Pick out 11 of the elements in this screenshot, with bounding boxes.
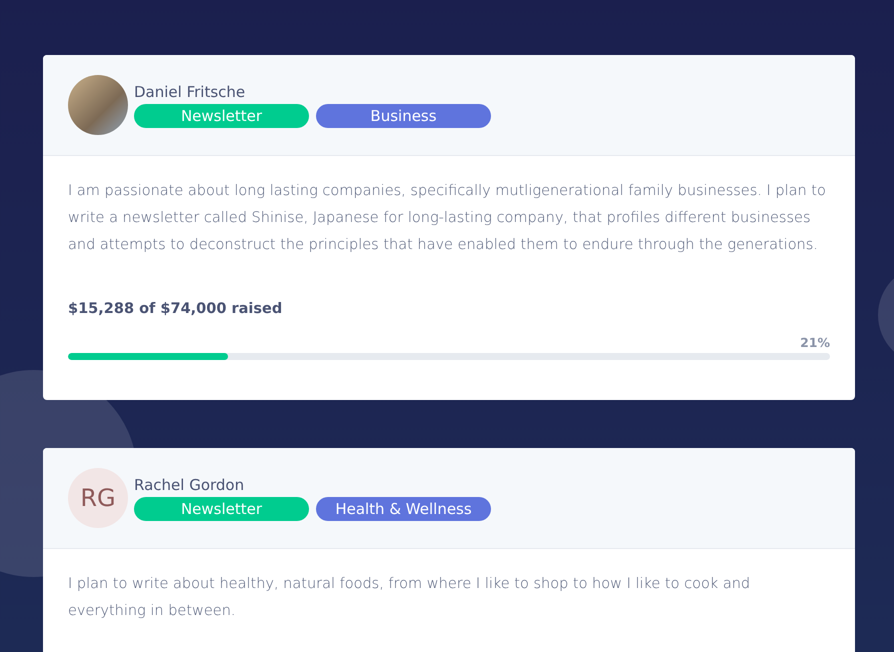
author-name: Daniel Fritsche [134, 82, 246, 100]
progress-percent: 21% [799, 335, 830, 350]
raised-amount: $15,288 of $74,000 raised [68, 301, 284, 317]
category-tag: Business [316, 104, 491, 128]
campaign-description: I plan to write about healthy, natural foods, from where I like to shop to how I like to cook and everything in between. [68, 575, 752, 621]
campaign-description: I am passionate about long lasting companies, specifically mutligenerational family businesses. I plan to write a newsletter called Shinise, Japanese for long-lasting company, that profiles different businesses and attempts to deconstruct the principles that have enabled them to endure through the generations. [68, 182, 827, 255]
category-tag: Newsletter [134, 104, 309, 128]
category-tag: Health & Wellness [316, 496, 491, 520]
avatar-initials: RG [68, 468, 128, 528]
category-tag: Newsletter [134, 496, 309, 520]
author-name: Rachel Gordon [134, 476, 246, 494]
